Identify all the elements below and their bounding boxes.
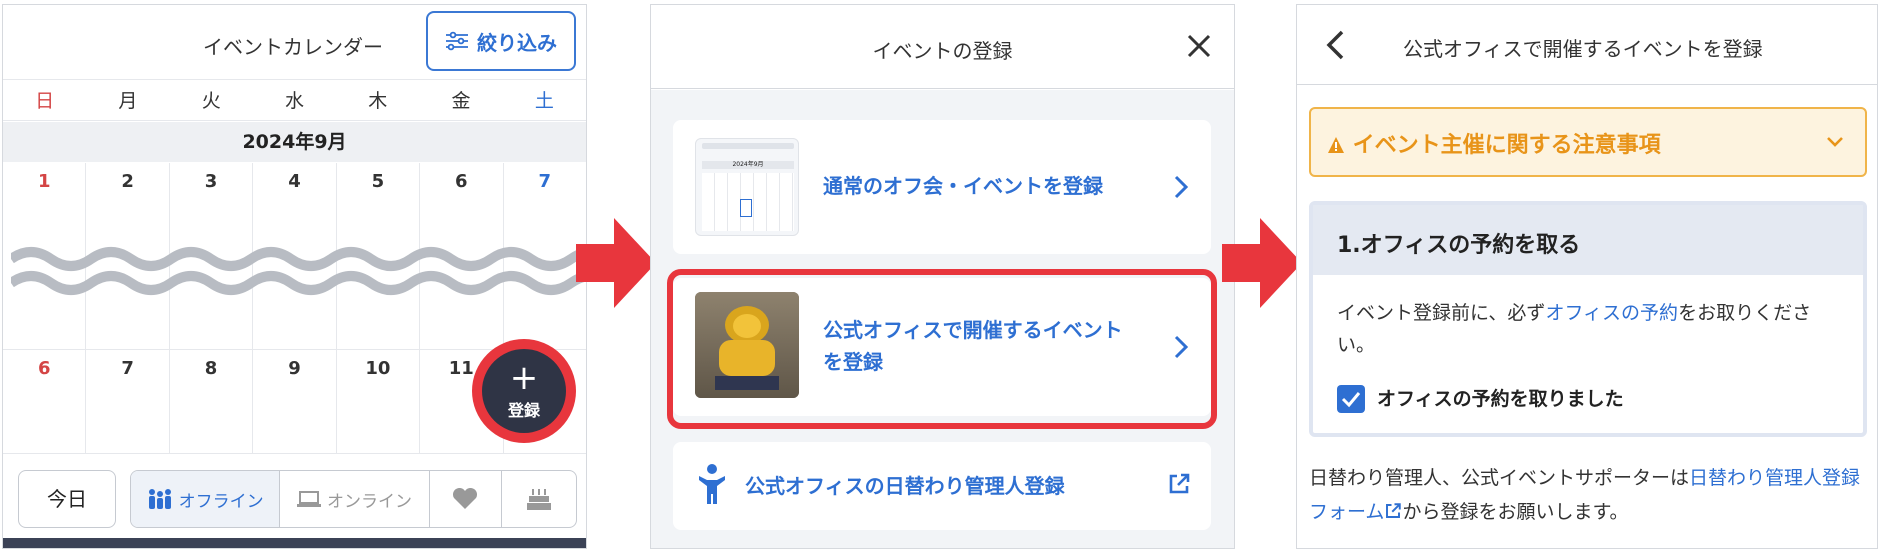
- warning-triangle-icon: [1328, 137, 1344, 153]
- step-description: イベント登録前に、必ずオフィスの予約をお取りください。: [1337, 297, 1847, 361]
- flow-arrow-icon: [1222, 218, 1302, 308]
- external-link-icon: [1169, 473, 1190, 494]
- modal-header: イベントの登録: [651, 5, 1234, 89]
- external-link-icon[interactable]: [1384, 502, 1402, 520]
- step-text-pre: イベント登録前に、必ず: [1337, 302, 1546, 324]
- calendar-title: イベントカレンダー: [203, 35, 383, 59]
- reservation-checkbox[interactable]: [1337, 385, 1365, 413]
- option-regular-event-label: 通常のオフ会・イベントを登録: [823, 174, 1103, 198]
- note-text-pre: 日替わり管理人、公式イベントサポーターは: [1309, 467, 1690, 489]
- heart-icon: [453, 488, 478, 509]
- option-daily-manager-label: 公式オフィスの日替わり管理人登録: [745, 474, 1065, 498]
- segment-favorite[interactable]: [430, 471, 503, 527]
- weekday-sat: 土: [534, 90, 554, 112]
- plus-icon: +: [509, 358, 539, 398]
- filter-sliders-icon: [446, 31, 468, 51]
- today-button[interactable]: 今日: [18, 470, 116, 528]
- calendar-header: イベントカレンダー 絞り込み: [3, 5, 586, 77]
- flow-arrow-icon: [576, 218, 656, 308]
- weekday-fri: 金: [451, 90, 471, 112]
- segment-offline[interactable]: オフライン: [131, 471, 281, 527]
- omission-wave-divider: [11, 247, 586, 295]
- bottom-bar: [3, 538, 586, 548]
- person-icon: [699, 464, 725, 504]
- filter-button[interactable]: 絞り込み: [426, 11, 576, 71]
- chevron-down-icon: [1827, 137, 1843, 147]
- laptop-icon: [296, 491, 321, 507]
- warning-title-text: イベント主催に関する注意事項: [1352, 133, 1661, 158]
- cake-icon: [527, 489, 552, 510]
- step-title: 1.オフィスの予約を取る: [1337, 233, 1581, 258]
- office-reservation-link[interactable]: オフィスの予約: [1545, 302, 1678, 324]
- official-event-title: 公式オフィスで開催するイベントを登録: [1403, 37, 1763, 61]
- warning-title: イベント主催に関する注意事項: [1327, 127, 1661, 159]
- weekday-thu: 木: [368, 90, 388, 112]
- register-fab-button[interactable]: + 登録: [482, 349, 566, 433]
- warning-accordion[interactable]: イベント主催に関する注意事項: [1309, 107, 1867, 177]
- calendar-panel: イベントカレンダー 絞り込み 日 月 火 水 木 金 土 2024年9月 1 2…: [2, 4, 587, 549]
- modal-title: イベントの登録: [872, 39, 1013, 63]
- official-event-header: 公式オフィスで開催するイベントを登録: [1297, 5, 1877, 85]
- reservation-checkbox-label: オフィスの予約を取りました: [1377, 388, 1624, 410]
- segment-online-label: オンライン: [326, 491, 412, 512]
- segment-birthday[interactable]: [502, 471, 576, 527]
- checkmark-icon: [1341, 392, 1361, 408]
- option-regular-event[interactable]: 2024年9月 通常のオフ会・イベントを登録: [673, 120, 1211, 254]
- option-daily-manager[interactable]: 公式オフィスの日替わり管理人登録: [673, 442, 1211, 530]
- segment-online[interactable]: オンライン: [280, 471, 430, 527]
- event-type-segment: オフライン オンライン: [130, 470, 577, 528]
- chevron-right-icon: [1174, 175, 1189, 199]
- register-modal-panel: イベントの登録 2024年9月 通常のオフ会・イベントを登録 公式オフィスで開催…: [650, 4, 1235, 549]
- option-highlight-ring: [667, 269, 1217, 429]
- people-icon: [148, 489, 171, 509]
- step-header: 1.オフィスの予約を取る: [1313, 205, 1863, 275]
- weekday-tue: 火: [201, 90, 221, 112]
- official-event-panel: 公式オフィスで開催するイベントを登録 イベント主催に関する注意事項 1.オフィス…: [1296, 4, 1878, 549]
- close-icon[interactable]: [1184, 31, 1214, 61]
- calendar-thumbnail: 2024年9月: [695, 138, 799, 236]
- month-label: 2024年9月: [3, 122, 586, 162]
- back-chevron-icon[interactable]: [1325, 29, 1345, 61]
- filter-label: 絞り込み: [477, 30, 557, 55]
- weekday-wed: 水: [284, 90, 304, 112]
- fab-label: 登録: [507, 401, 540, 420]
- weekday-row: 日 月 火 水 木 金 土: [3, 79, 586, 121]
- calendar-footer: 今日 オフライン オンライン: [3, 453, 586, 548]
- note-text-post: から登録をお願いします。: [1402, 501, 1629, 523]
- segment-offline-label: オフライン: [178, 491, 264, 512]
- weekday-sun: 日: [35, 90, 55, 112]
- step-card: 1.オフィスの予約を取る イベント登録前に、必ずオフィスの予約をお取りください。…: [1309, 201, 1867, 437]
- weekday-mon: 月: [118, 90, 138, 112]
- manager-note: 日替わり管理人、公式イベントサポーターは日替わり管理人登録フォーム から登録をお…: [1309, 461, 1869, 529]
